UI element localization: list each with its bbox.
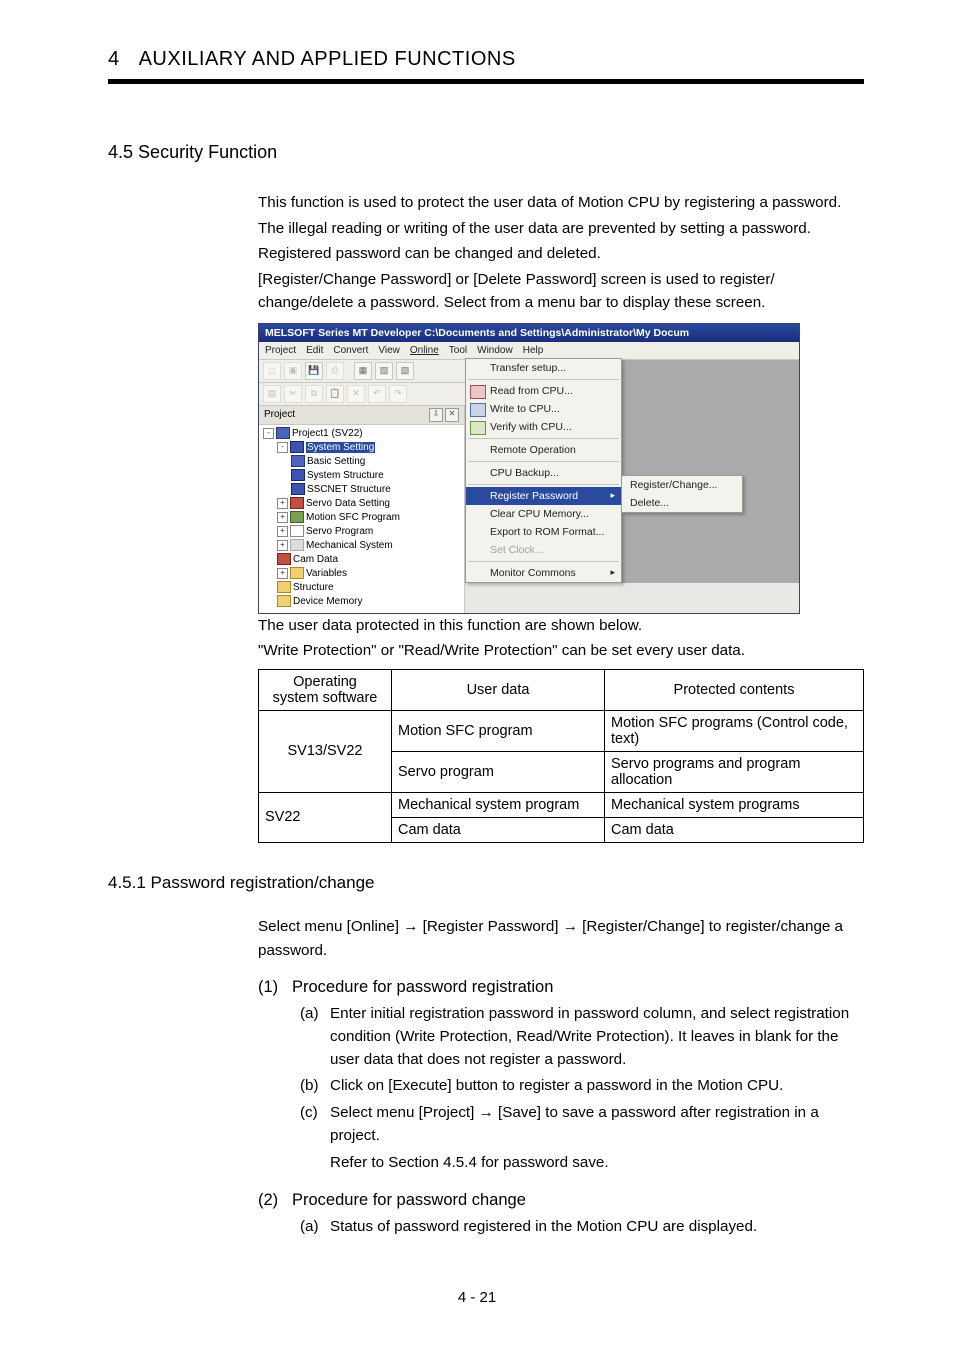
chapter-title: AUXILIARY AND APPLIED FUNCTIONS	[139, 48, 516, 70]
panel-close-icon[interactable]: ✕	[445, 408, 459, 422]
menu-project[interactable]: Project	[265, 345, 296, 356]
intro-p2: The illegal reading or writing of the us…	[258, 217, 864, 241]
cell-r3c2: Mechanical system program	[392, 792, 605, 817]
app-titlebar: MELSOFT Series MT Developer C:\Documents…	[259, 324, 799, 342]
section-title: 4.5 Security Function	[108, 142, 864, 163]
page-number: 4 - 21	[0, 1289, 954, 1306]
tool-d-icon[interactable]: ▤	[263, 385, 281, 403]
cell-r4c3: Cam data	[605, 817, 864, 842]
th-userdata: User data	[392, 669, 605, 710]
mi-read[interactable]: Read from CPU...	[466, 382, 621, 400]
mi-clear[interactable]: Clear CPU Memory...	[466, 505, 621, 523]
mid-p1: The user data protected in this function…	[258, 614, 864, 638]
proc1-b: (b)Click on [Execute] button to register…	[300, 1075, 864, 1098]
project-panel: Project ⇩ ✕ -Project1 (SV22)	[259, 406, 465, 613]
tool-undo-icon[interactable]: ↶	[368, 385, 386, 403]
cell-r4c2: Cam data	[392, 817, 605, 842]
read-icon	[470, 385, 486, 399]
protection-table: Operatingsystem software User data Prote…	[258, 669, 864, 843]
tool-b-icon[interactable]: ▨	[375, 362, 393, 380]
verify-icon	[470, 421, 486, 435]
menu-convert[interactable]: Convert	[333, 345, 368, 356]
online-dropdown[interactable]: Transfer setup... Read from CPU... Write…	[465, 358, 622, 583]
proc1-a: (a)Enter initial registration password i…	[300, 1003, 864, 1071]
menu-view[interactable]: View	[378, 345, 400, 356]
tool-a-icon[interactable]: ▦	[354, 362, 372, 380]
proc1-c2: Refer to Section 4.5.4 for password save…	[330, 1152, 864, 1175]
proc2-head: (2) Procedure for password change	[258, 1191, 864, 1210]
tool-redo-icon[interactable]: ↷	[389, 385, 407, 403]
subsection-title: 4.5.1 Password registration/change	[108, 873, 864, 893]
menu-help[interactable]: Help	[523, 345, 544, 356]
mi-write[interactable]: Write to CPU...	[466, 400, 621, 418]
tool-new-icon[interactable]: □	[263, 362, 281, 380]
tool-save-icon[interactable]: 💾	[305, 362, 323, 380]
mi-setclock: Set Clock...	[466, 541, 621, 559]
mi-monitor[interactable]: Monitor Commons	[466, 564, 621, 582]
chapter-header: 4 AUXILIARY AND APPLIED FUNCTIONS	[108, 48, 864, 84]
cell-r1c2: Motion SFC program	[392, 710, 605, 751]
cell-r2c2: Servo program	[392, 751, 605, 792]
mi-transfer[interactable]: Transfer setup...	[466, 359, 621, 377]
proc1-c: (c)Select menu [Project] → [Save] to sav…	[300, 1102, 864, 1148]
proc2-a: (a)Status of password registered in the …	[300, 1216, 864, 1239]
menu-tool[interactable]: Tool	[449, 345, 467, 356]
cell-r1c3: Motion SFC programs (Control code, text)	[605, 710, 864, 751]
mi-export[interactable]: Export to ROM Format...	[466, 523, 621, 541]
mi-remote[interactable]: Remote Operation	[466, 441, 621, 459]
tool-del-icon[interactable]: ✕	[347, 385, 365, 403]
cell-r2c3: Servo programs and program allocation	[605, 751, 864, 792]
tool-cut-icon[interactable]: ✂	[284, 385, 302, 403]
mid-p2: "Write Protection" or "Read/Write Protec…	[258, 639, 864, 663]
panel-pin-icon[interactable]: ⇩	[429, 408, 443, 422]
proc1-head: (1) Procedure for password registration	[258, 978, 864, 997]
menu-online[interactable]: Online	[410, 345, 439, 356]
app-client-area	[622, 360, 799, 583]
submenu-register-change[interactable]: Register/Change...	[622, 476, 742, 494]
intro-p4: [Register/Change Password] or [Delete Pa…	[258, 268, 864, 315]
panel-title: Project	[264, 409, 295, 420]
chapter-number: 4	[108, 48, 120, 71]
cell-sv22: SV22	[259, 792, 392, 842]
tool-copy-icon[interactable]: ⧉	[305, 385, 323, 403]
toolbar-1: □ ▣ 💾 ⎙ ▦ ▨ ▧	[259, 360, 465, 383]
intro-p3: Registered password can be changed and d…	[258, 242, 864, 266]
write-icon	[470, 403, 486, 417]
tool-print-icon[interactable]: ⎙	[326, 362, 344, 380]
tool-paste-icon[interactable]: 📋	[326, 385, 344, 403]
mi-verify[interactable]: Verify with CPU...	[466, 418, 621, 436]
th-os: Operatingsystem software	[259, 669, 392, 710]
mi-backup[interactable]: CPU Backup...	[466, 464, 621, 482]
menu-window[interactable]: Window	[477, 345, 513, 356]
toolbar-2: ▤ ✂ ⧉ 📋 ✕ ↶ ↷	[259, 383, 465, 406]
sub-intro: Select menu [Online] → [Register Passwor…	[258, 915, 864, 962]
submenu-delete[interactable]: Delete...	[622, 494, 742, 512]
menu-edit[interactable]: Edit	[306, 345, 323, 356]
th-protected: Protected contents	[605, 669, 864, 710]
app-screenshot: MELSOFT Series MT Developer C:\Documents…	[258, 323, 798, 614]
cell-r3c3: Mechanical system programs	[605, 792, 864, 817]
mi-register-password[interactable]: Register Password	[466, 487, 621, 505]
tool-open-icon[interactable]: ▣	[284, 362, 302, 380]
cell-sv13sv22: SV13/SV22	[259, 710, 392, 792]
project-tree[interactable]: -Project1 (SV22) -System Setting Basic S…	[259, 425, 464, 613]
register-submenu[interactable]: Register/Change... Delete...	[621, 475, 743, 513]
tool-c-icon[interactable]: ▧	[396, 362, 414, 380]
intro-p1: This function is used to protect the use…	[258, 191, 864, 215]
